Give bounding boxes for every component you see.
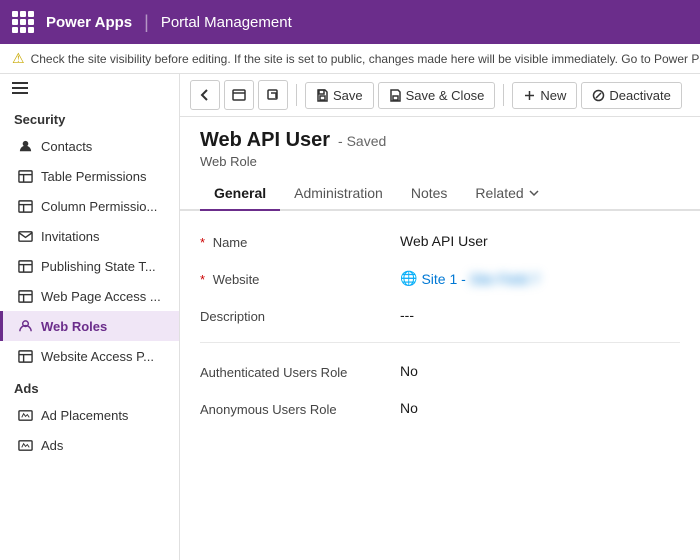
sidebar-item-web-roles[interactable]: Web Roles	[0, 311, 179, 341]
blurred-site-name: Site Field 7	[470, 271, 540, 287]
tab-notes[interactable]: Notes	[397, 177, 462, 211]
sidebar-label-publishing-state: Publishing State T...	[41, 259, 156, 274]
new-button[interactable]: New	[512, 82, 577, 109]
web-page-access-icon	[17, 288, 33, 304]
sidebar-item-ads[interactable]: Ads	[0, 430, 179, 460]
tab-related[interactable]: Related	[461, 177, 553, 211]
ads-icon	[17, 437, 33, 453]
sidebar-label-web-page-access: Web Page Access ...	[41, 289, 161, 304]
record-type: Web Role	[200, 154, 680, 169]
warning-banner: ⚠ Check the site visibility before editi…	[0, 44, 700, 74]
nav-divider: |	[144, 12, 149, 33]
back-button[interactable]	[190, 80, 220, 110]
label-authenticated: Authenticated Users Role	[200, 361, 400, 380]
website-link-text[interactable]: Site 1 -	[421, 271, 465, 287]
sidebar-item-table-permissions[interactable]: Table Permissions	[0, 161, 179, 191]
website-access-icon	[17, 348, 33, 364]
warning-text: Check the site visibility before editing…	[31, 52, 700, 66]
form-row-anonymous: Anonymous Users Role No	[200, 398, 680, 417]
form-row-description: Description ---	[200, 305, 680, 324]
publishing-state-icon	[17, 258, 33, 274]
sidebar-toggle[interactable]	[0, 74, 179, 102]
tabs-bar: General Administration Notes Related	[180, 177, 700, 211]
form-area: * Name Web API User * Website 🌐 Site 1 -…	[180, 211, 700, 560]
sidebar-label-invitations: Invitations	[41, 229, 100, 244]
contacts-icon	[17, 138, 33, 154]
sidebar-item-column-permissions[interactable]: Column Permissio...	[0, 191, 179, 221]
sidebar-label-contacts: Contacts	[41, 139, 92, 154]
label-description: Description	[200, 305, 400, 324]
deactivate-button[interactable]: Deactivate	[581, 82, 681, 109]
chevron-down-icon	[528, 187, 540, 199]
value-authenticated: No	[400, 361, 680, 379]
sidebar-label-column-permissions: Column Permissio...	[41, 199, 157, 214]
tab-general[interactable]: General	[200, 177, 280, 211]
sidebar-item-invitations[interactable]: Invitations	[0, 221, 179, 251]
top-nav: Power Apps | Portal Management	[0, 0, 700, 44]
value-description: ---	[400, 305, 680, 323]
record-header: Web API User - Saved Web Role	[180, 117, 700, 169]
save-button[interactable]: Save	[305, 82, 374, 109]
sidebar-label-ads: Ads	[41, 438, 63, 453]
sidebar-item-publishing-state[interactable]: Publishing State T...	[0, 251, 179, 281]
form-row-authenticated: Authenticated Users Role No	[200, 361, 680, 380]
value-website[interactable]: 🌐 Site 1 - Site Field 7	[400, 268, 680, 287]
waffle-icon[interactable]	[12, 11, 34, 33]
view-button[interactable]	[224, 80, 254, 110]
record-saved-label: - Saved	[338, 133, 386, 149]
web-roles-icon	[17, 318, 33, 334]
app-name[interactable]: Power Apps	[46, 14, 132, 31]
value-name: Web API User	[400, 231, 680, 249]
sidebar-item-web-page-access[interactable]: Web Page Access ...	[0, 281, 179, 311]
toolbar: Save Save & Close New Deactivate	[180, 74, 700, 117]
table-permissions-icon	[17, 168, 33, 184]
sidebar-label-web-roles: Web Roles	[41, 319, 107, 334]
required-indicator: *	[200, 235, 205, 250]
ad-placements-icon	[17, 407, 33, 423]
sidebar-label-table-permissions: Table Permissions	[41, 169, 147, 184]
form-divider	[200, 342, 680, 343]
value-anonymous: No	[400, 398, 680, 416]
hamburger-icon	[12, 82, 28, 94]
required-indicator-website: *	[200, 272, 205, 287]
section-ads-label: Ads	[0, 371, 179, 400]
invitations-icon	[17, 228, 33, 244]
sidebar-item-ad-placements[interactable]: Ad Placements	[0, 400, 179, 430]
sidebar: Security Contacts Table Permissions Colu…	[0, 74, 180, 560]
label-anonymous: Anonymous Users Role	[200, 398, 400, 417]
section-security-label: Security	[0, 102, 179, 131]
tab-administration[interactable]: Administration	[280, 177, 397, 211]
globe-icon: 🌐	[400, 270, 417, 287]
column-permissions-icon	[17, 198, 33, 214]
form-row-website: * Website 🌐 Site 1 - Site Field 7	[200, 268, 680, 287]
sidebar-label-website-access: Website Access P...	[41, 349, 154, 364]
sidebar-item-contacts[interactable]: Contacts	[0, 131, 179, 161]
record-title: Web API User	[200, 129, 330, 152]
label-name: * Name	[200, 231, 400, 250]
toolbar-separator-1	[296, 84, 297, 106]
portal-name[interactable]: Portal Management	[161, 14, 292, 31]
save-close-button[interactable]: Save & Close	[378, 82, 496, 109]
record-title-row: Web API User - Saved	[200, 129, 680, 152]
content-area: Save Save & Close New Deactivate Web API…	[180, 74, 700, 560]
main-layout: Security Contacts Table Permissions Colu…	[0, 74, 700, 560]
form-row-name: * Name Web API User	[200, 231, 680, 250]
sidebar-item-website-access[interactable]: Website Access P...	[0, 341, 179, 371]
popup-button[interactable]	[258, 80, 288, 110]
label-website: * Website	[200, 268, 400, 287]
warning-icon: ⚠	[12, 50, 25, 67]
toolbar-separator-2	[503, 84, 504, 106]
sidebar-label-ad-placements: Ad Placements	[41, 408, 128, 423]
